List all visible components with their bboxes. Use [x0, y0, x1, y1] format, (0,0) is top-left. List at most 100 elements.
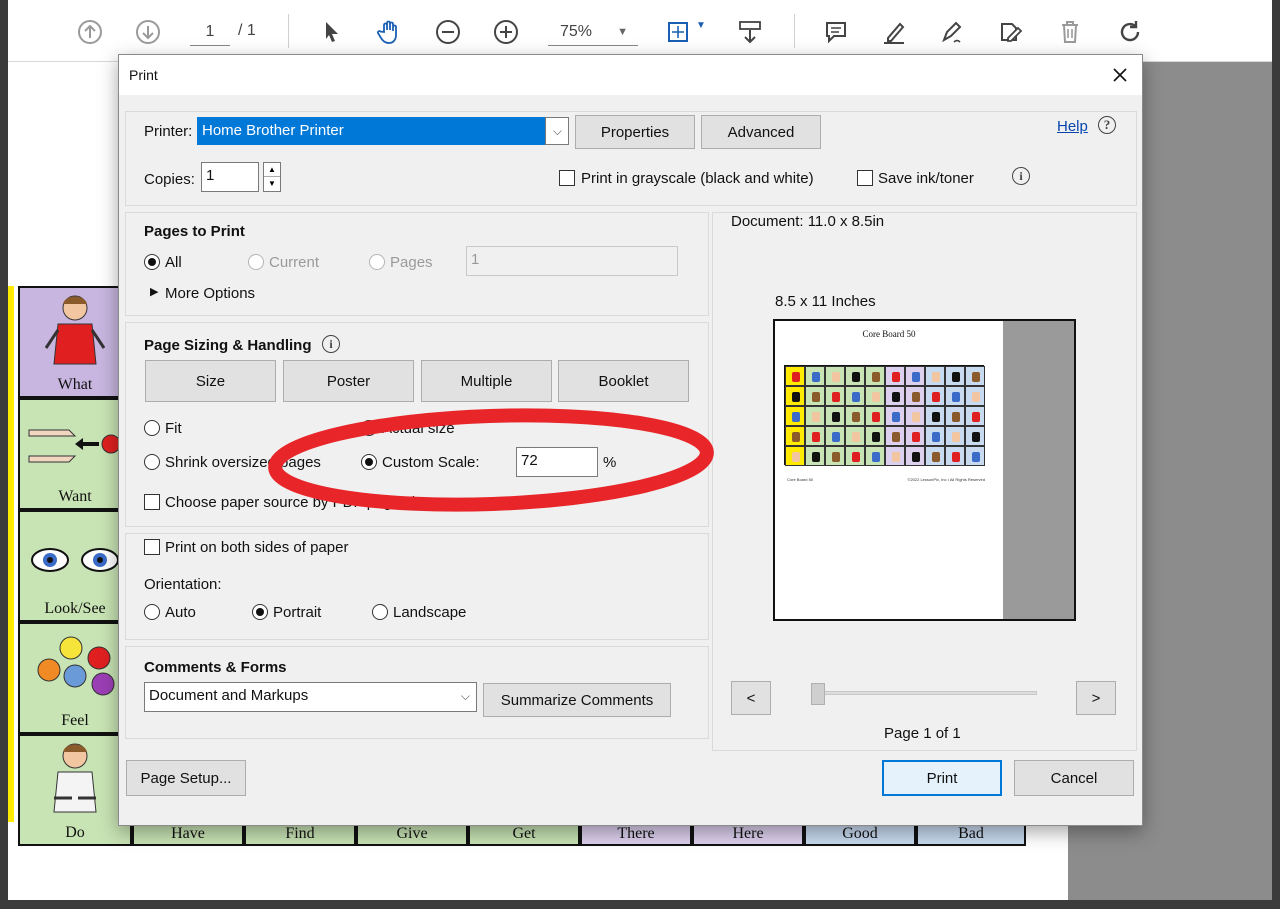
preview-symbol-icon — [872, 412, 880, 422]
close-icon[interactable] — [1108, 63, 1132, 87]
printer-select[interactable]: Home Brother Printer — [197, 117, 569, 145]
stepper-up-icon[interactable]: ▲ — [264, 163, 280, 177]
actual-size-radio[interactable] — [361, 420, 377, 436]
preview-symbol-icon — [892, 452, 900, 462]
duplex-checkbox[interactable] — [144, 539, 160, 555]
orientation-landscape-radio[interactable] — [372, 604, 388, 620]
paper-source-checkbox[interactable] — [144, 494, 160, 510]
preview-slider-thumb[interactable] — [811, 683, 825, 705]
next-page-icon[interactable] — [132, 16, 164, 48]
fill-sign-icon[interactable] — [994, 16, 1026, 48]
expand-triangle-icon[interactable]: ▶ — [150, 285, 158, 298]
select-tool-icon[interactable] — [316, 16, 348, 48]
size-button[interactable]: Size — [145, 360, 276, 402]
page-setup-button[interactable]: Page Setup... — [126, 760, 246, 796]
printer-dropdown-button[interactable]: ⌵ — [545, 117, 569, 145]
print-button[interactable]: Print — [882, 760, 1002, 796]
save-ink-checkbox[interactable] — [857, 170, 873, 186]
poster-button[interactable]: Poster — [283, 360, 414, 402]
info-icon[interactable]: i — [322, 335, 340, 353]
preview-grid-cell — [965, 406, 985, 426]
preview-grid-cell — [805, 366, 825, 386]
help-icon[interactable]: ? — [1098, 116, 1116, 134]
properties-button[interactable]: Properties — [575, 115, 695, 149]
comment-icon[interactable] — [820, 16, 852, 48]
comments-forms-value: Document and Markups — [149, 687, 309, 704]
copies-input[interactable]: 1 — [201, 162, 259, 192]
orientation-auto-radio[interactable] — [144, 604, 160, 620]
delete-icon[interactable] — [1054, 16, 1086, 48]
scroll-mode-icon[interactable] — [734, 16, 766, 48]
help-link[interactable]: Help — [1057, 118, 1088, 135]
preview-symbol-icon — [872, 392, 880, 402]
preview-page-slider[interactable] — [811, 691, 1037, 695]
summarize-comments-button[interactable]: Summarize Comments — [483, 683, 671, 717]
info-icon[interactable]: i — [1012, 167, 1030, 185]
chevron-down-icon: ▼ — [617, 26, 628, 38]
preview-symbol-icon — [912, 432, 920, 442]
more-options-toggle[interactable]: More Options — [165, 285, 255, 302]
stepper-down-icon[interactable]: ▼ — [264, 177, 280, 191]
zoom-select[interactable]: 75% ▼ — [548, 18, 638, 46]
board-cell-want: Want — [18, 398, 132, 510]
preview-symbol-icon — [792, 392, 800, 402]
comments-forms-select[interactable]: Document and Markups ⌵ — [144, 682, 477, 712]
fit-dropdown-icon[interactable]: ▼ — [696, 20, 706, 31]
page-total: / 1 — [238, 22, 256, 39]
pages-range-input[interactable]: 1 — [466, 246, 678, 276]
highlight-icon[interactable] — [878, 16, 910, 48]
preview-grid-cell — [865, 426, 885, 446]
preview-grid-cell — [965, 426, 985, 446]
advanced-button[interactable]: Advanced — [701, 115, 821, 149]
preview-grid-cell — [925, 366, 945, 386]
pages-range-radio[interactable] — [369, 254, 385, 270]
orientation-auto-label: Auto — [165, 604, 196, 621]
custom-scale-input[interactable]: 72 — [516, 447, 598, 477]
preview-symbol-icon — [792, 372, 800, 382]
preview-grid — [784, 365, 985, 466]
preview-symbol-icon — [972, 432, 980, 442]
preview-grid-cell — [965, 446, 985, 466]
board-cell-do: Do — [18, 734, 132, 846]
pages-current-label: Current — [269, 254, 320, 271]
grayscale-checkbox[interactable] — [559, 170, 575, 186]
dialog-title-bar: Print — [119, 55, 1142, 95]
pages-all-radio[interactable] — [144, 254, 160, 270]
fit-page-icon[interactable] — [662, 16, 694, 48]
zoom-in-icon[interactable] — [490, 16, 522, 48]
previous-page-icon[interactable] — [74, 16, 106, 48]
dialog-title: Print — [129, 67, 158, 83]
orientation-landscape-label: Landscape — [393, 604, 467, 621]
paper-size-label: 8.5 x 11 Inches — [775, 293, 876, 310]
preview-symbol-icon — [872, 452, 880, 462]
copies-label: Copies: — [144, 171, 195, 188]
preview-symbol-icon — [792, 412, 800, 422]
shrink-oversized-label: Shrink oversized pages — [165, 454, 321, 471]
multiple-button[interactable]: Multiple — [421, 360, 552, 402]
cancel-button[interactable]: Cancel — [1014, 760, 1134, 796]
booklet-button[interactable]: Booklet — [558, 360, 689, 402]
preview-grid-cell — [825, 406, 845, 426]
print-dialog: Print Printer: Home Brother Printer ⌵ Pr… — [118, 54, 1143, 826]
orientation-portrait-radio[interactable] — [252, 604, 268, 620]
preview-symbol-icon — [972, 372, 980, 382]
copies-stepper[interactable]: ▲ ▼ — [263, 162, 281, 192]
hand-tool-icon[interactable] — [374, 16, 406, 48]
preview-grid-cell — [785, 366, 805, 386]
rotate-icon[interactable] — [1114, 16, 1146, 48]
shrink-oversized-radio[interactable] — [144, 454, 160, 470]
preview-grid-cell — [785, 386, 805, 406]
preview-title: Core Board 50 — [862, 329, 916, 339]
page-number-input[interactable]: 1 — [190, 18, 230, 46]
sign-icon[interactable] — [936, 16, 968, 48]
fit-radio[interactable] — [144, 420, 160, 436]
zoom-out-icon[interactable] — [432, 16, 464, 48]
pages-current-radio[interactable] — [248, 254, 264, 270]
preview-prev-button[interactable]: < — [731, 681, 771, 715]
preview-grid-cell — [845, 406, 865, 426]
preview-grid-cell — [785, 406, 805, 426]
toolbar-divider — [794, 14, 795, 48]
custom-scale-radio[interactable] — [361, 454, 377, 470]
preview-symbol-icon — [912, 392, 920, 402]
preview-next-button[interactable]: > — [1076, 681, 1116, 715]
